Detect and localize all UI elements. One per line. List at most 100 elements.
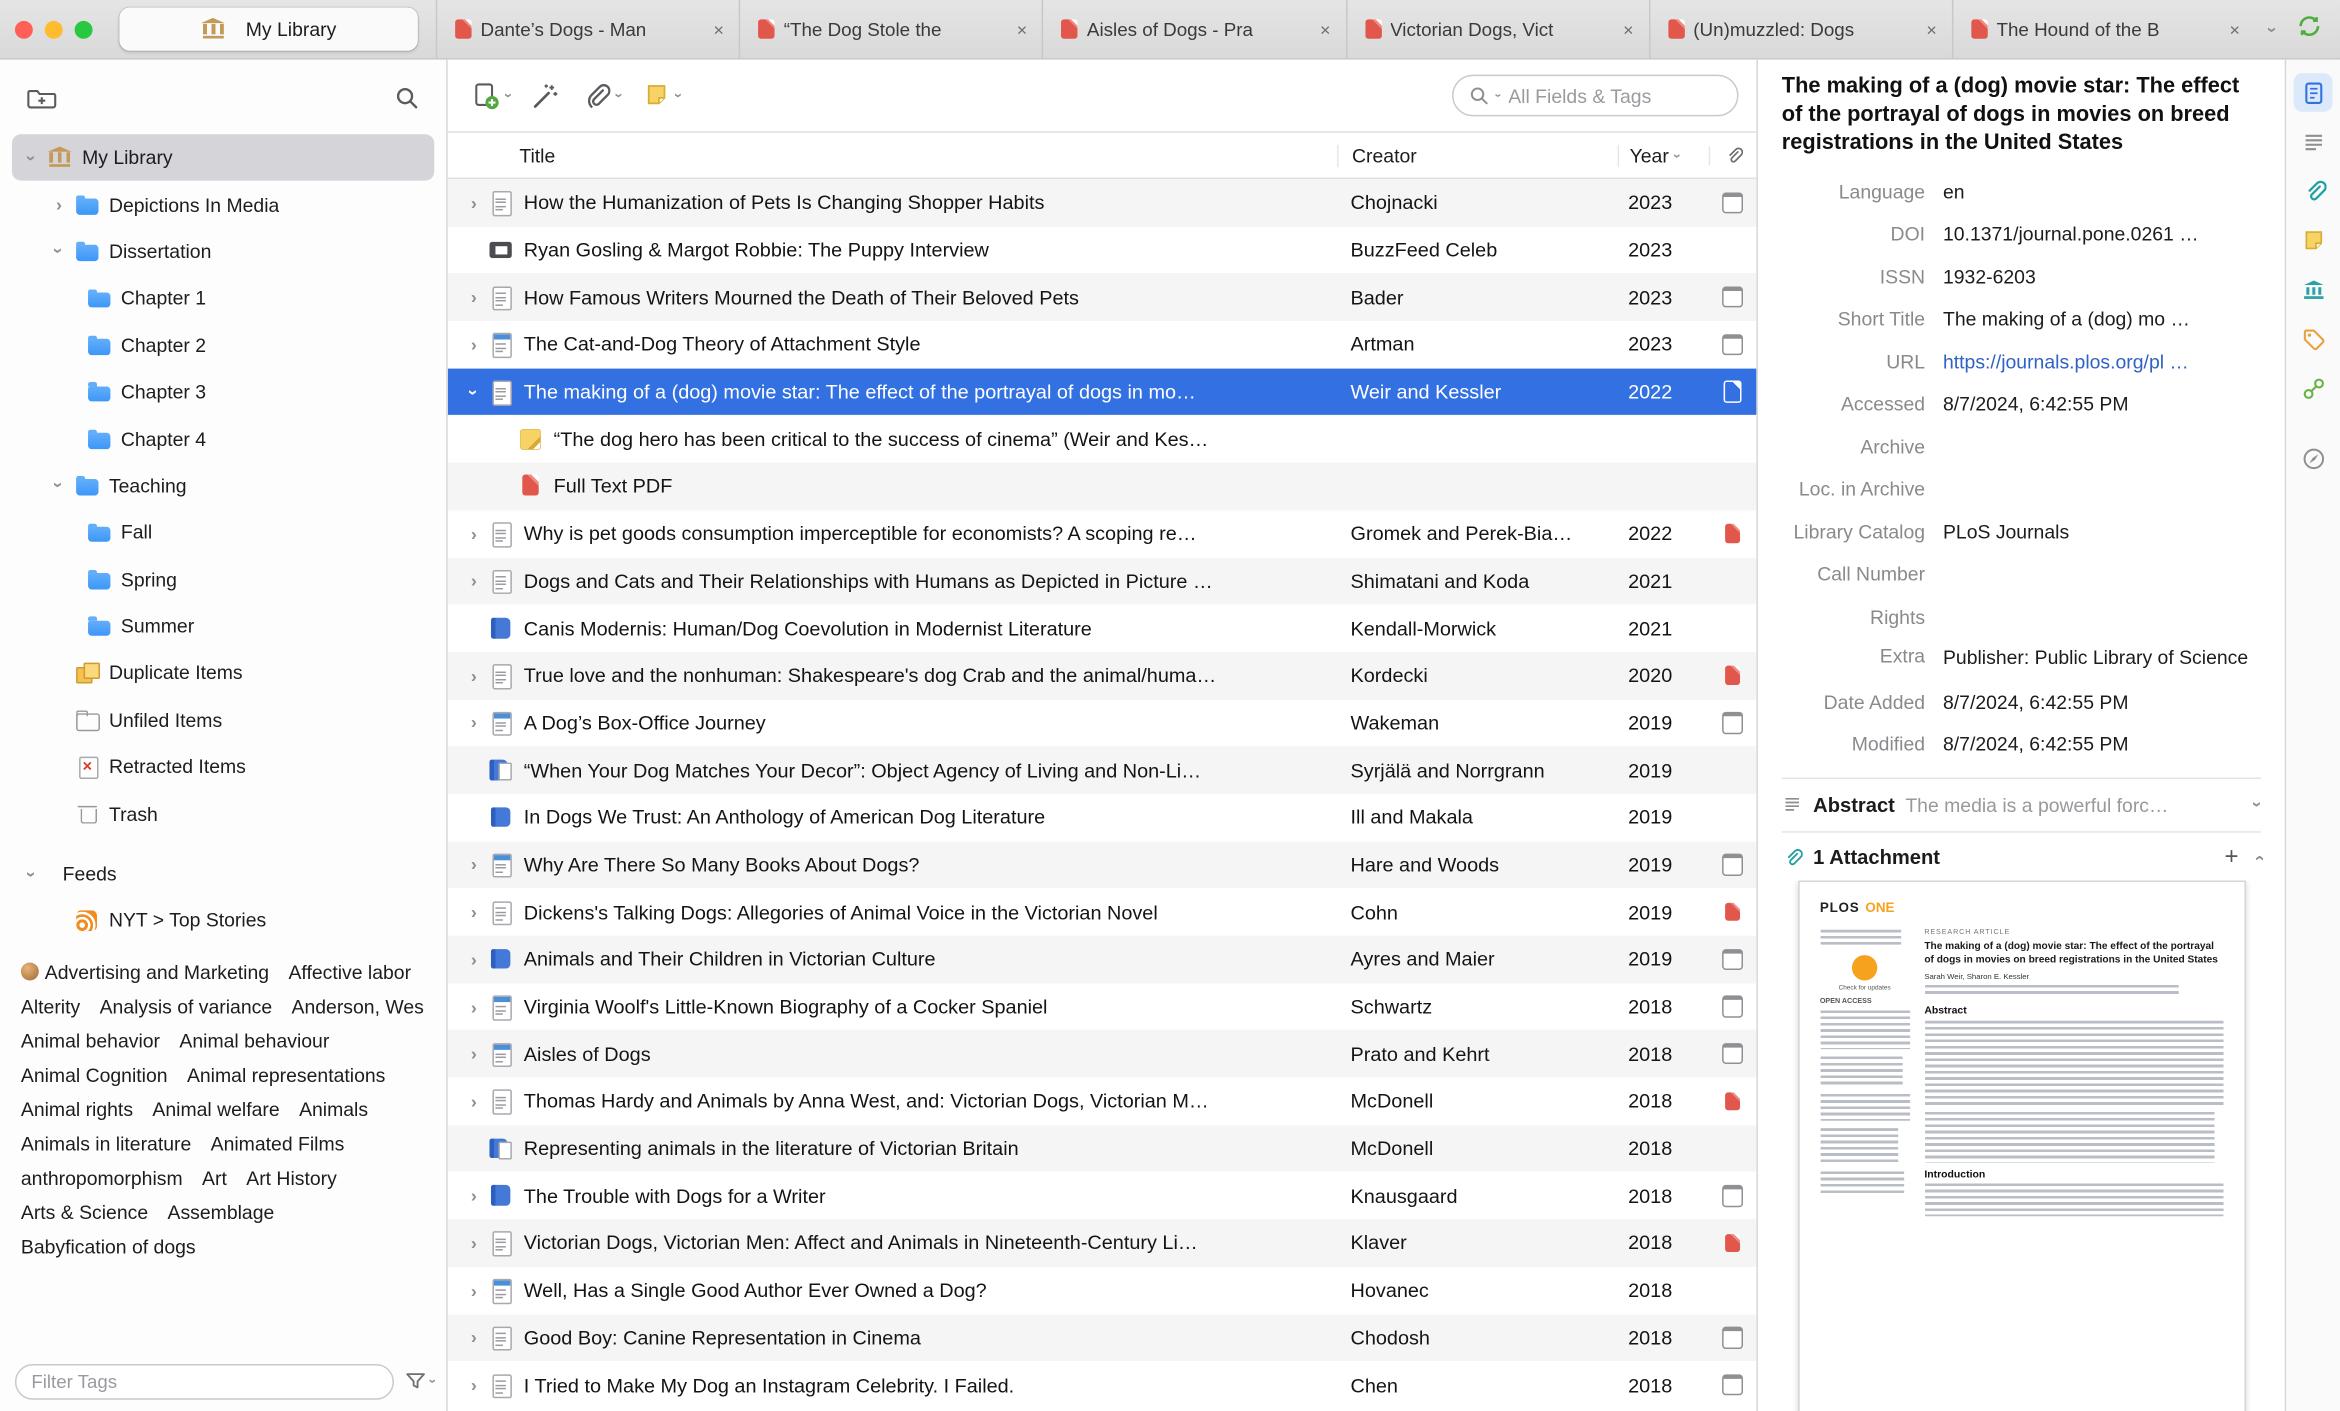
notes-icon[interactable]: [2294, 221, 2333, 260]
collection-row[interactable]: › Chapter 4: [12, 415, 434, 462]
collection-row[interactable]: › Chapter 3: [12, 369, 434, 416]
close-tab-icon[interactable]: ×: [1620, 19, 1636, 40]
collection-row[interactable]: › Chapter 2: [12, 322, 434, 369]
table-row[interactable]: › Full Text PDF: [447, 462, 1757, 511]
expand-chevron-icon[interactable]: ›: [463, 1185, 485, 1206]
tag[interactable]: Animated Films: [211, 1134, 345, 1153]
add-attachment-icon[interactable]: +: [2219, 845, 2245, 870]
reader-tab[interactable]: Dante’s Dogs - Man ×: [435, 0, 739, 59]
abstract-icon[interactable]: [2294, 122, 2333, 161]
close-tab-icon[interactable]: ×: [1923, 19, 1939, 40]
field-value[interactable]: 10.1371/journal.pone.0261 …: [1943, 223, 2261, 245]
tag[interactable]: Animal welfare: [152, 1099, 279, 1118]
expand-abstract-chevron-icon[interactable]: ›: [2247, 802, 2268, 808]
collection-row[interactable]: › Summer: [12, 603, 434, 650]
close-window-button[interactable]: [14, 20, 33, 39]
tag[interactable]: Alterity: [21, 996, 80, 1015]
attachments-section-header[interactable]: 1 Attachment + ›: [1781, 831, 2268, 880]
items-search-box[interactable]: ›: [1452, 74, 1739, 117]
expand-chevron-icon[interactable]: ›: [463, 854, 485, 875]
abstract-section[interactable]: Abstract The media is a powerful forc… ›: [1781, 777, 2268, 831]
library-tab[interactable]: My Library: [119, 7, 418, 51]
disclosure-chevron-icon[interactable]: ›: [48, 474, 69, 496]
tag[interactable]: Animal behaviour: [179, 1031, 329, 1050]
field-value[interactable]: PLoS Journals: [1943, 520, 2261, 542]
table-row[interactable]: › “When Your Dog Matches Your Decor”: Ob…: [447, 746, 1757, 794]
table-row[interactable]: › How the Humanization of Pets Is Changi…: [447, 179, 1757, 227]
field-value[interactable]: 8/7/2024, 6:42:55 PM: [1943, 733, 2261, 755]
table-row[interactable]: › Well, Has a Single Good Author Ever Ow…: [448, 1267, 1757, 1314]
expand-chevron-icon[interactable]: ›: [463, 712, 485, 733]
expand-chevron-icon[interactable]: ›: [463, 949, 485, 970]
info-icon[interactable]: [2293, 73, 2333, 112]
close-tab-icon[interactable]: ×: [2227, 19, 2243, 40]
table-row[interactable]: › True love and the nonhuman: Shakespear…: [447, 651, 1757, 700]
field-value[interactable]: en: [1943, 180, 2261, 202]
table-row[interactable]: › Thomas Hardy and Animals by Anna West,…: [448, 1078, 1757, 1125]
expand-chevron-icon[interactable]: ›: [463, 192, 485, 213]
minimize-window-button[interactable]: [44, 20, 63, 39]
collapse-section-chevron-icon[interactable]: ›: [2247, 855, 2268, 861]
collection-row[interactable]: › Unfiled Items: [12, 696, 434, 743]
tag[interactable]: Assemblage: [168, 1202, 275, 1221]
tag[interactable]: Animal Cognition: [21, 1065, 168, 1084]
tag[interactable]: Animals: [299, 1099, 368, 1118]
table-row[interactable]: › Dickens's Talking Dogs: Allegories of …: [448, 888, 1757, 935]
related-icon[interactable]: [2294, 369, 2333, 408]
table-row[interactable]: › Why is pet goods consumption impercept…: [448, 510, 1757, 557]
tag[interactable]: Affective labor: [288, 962, 411, 981]
collection-search-icon[interactable]: [394, 84, 419, 109]
collection-row[interactable]: › Spring: [12, 556, 434, 603]
collection-row[interactable]: › Duplicate Items: [12, 650, 434, 697]
table-row[interactable]: › Ryan Gosling & Margot Robbie: The Pupp…: [448, 226, 1757, 273]
field-value[interactable]: The making of a (dog) mo …: [1943, 308, 2261, 330]
table-row[interactable]: › Canis Modernis: Human/Dog Coevolution …: [448, 605, 1757, 652]
collection-row[interactable]: › My Library: [11, 134, 435, 182]
tag-filter-options-button[interactable]: ›: [404, 1370, 440, 1392]
field-value[interactable]: 1932-6203: [1943, 265, 2261, 287]
collection-row[interactable]: › Chapter 1: [12, 275, 434, 322]
reader-tab[interactable]: “The Dog Stole the ×: [738, 0, 1042, 59]
disclosure-chevron-icon[interactable]: ›: [22, 147, 43, 169]
expand-chevron-icon[interactable]: ›: [463, 902, 485, 923]
field-value[interactable]: Publisher: Public Library of Science: [1943, 645, 2261, 673]
table-row[interactable]: › A Dog’s Box-Office Journey Wakeman 201…: [448, 699, 1757, 746]
tag[interactable]: Animal behavior: [21, 1031, 160, 1050]
tag[interactable]: Anderson, Wes: [292, 996, 424, 1015]
collection-row[interactable]: › Feeds: [12, 850, 434, 897]
collection-row[interactable]: › Trash: [12, 790, 434, 837]
new-item-button[interactable]: ›: [472, 81, 516, 109]
table-row[interactable]: › Representing animals in the literature…: [447, 1124, 1757, 1173]
expand-chevron-icon[interactable]: ›: [463, 1091, 485, 1112]
expand-chevron-icon[interactable]: ›: [463, 381, 484, 403]
tab-overflow-chevron-icon[interactable]: ›: [2262, 26, 2283, 32]
tag[interactable]: Art History: [246, 1168, 337, 1187]
table-row[interactable]: › The making of a (dog) movie star: The …: [447, 368, 1757, 416]
tag[interactable]: Arts & Science: [21, 1202, 148, 1221]
table-row[interactable]: › The Cat-and-Dog Theory of Attachment S…: [448, 321, 1757, 368]
table-row[interactable]: › I Tried to Make My Dog an Instagram Ce…: [448, 1361, 1757, 1408]
tag[interactable]: Art: [202, 1168, 227, 1187]
column-header-title[interactable]: Title: [448, 144, 1337, 166]
sync-icon[interactable]: [2297, 13, 2322, 46]
add-attachment-button[interactable]: ›: [583, 81, 627, 109]
collection-row[interactable]: › Retracted Items: [12, 743, 434, 790]
expand-chevron-icon[interactable]: ›: [463, 571, 485, 592]
expand-chevron-icon[interactable]: ›: [463, 287, 485, 308]
close-tab-icon[interactable]: ×: [1014, 19, 1030, 40]
expand-chevron-icon[interactable]: ›: [463, 523, 485, 544]
tag[interactable]: anthropomorphism: [21, 1168, 183, 1187]
expand-chevron-icon[interactable]: ›: [463, 1374, 485, 1395]
disclosure-chevron-icon[interactable]: ›: [48, 240, 69, 262]
tags-icon[interactable]: [2294, 319, 2333, 358]
close-tab-icon[interactable]: ×: [711, 19, 727, 40]
new-collection-button[interactable]: [27, 84, 57, 109]
collection-row[interactable]: › NYT > Top Stories: [12, 897, 434, 944]
field-value[interactable]: https://journals.plos.org/pl …: [1943, 350, 2261, 372]
new-note-button[interactable]: ›: [643, 82, 686, 109]
reader-tab[interactable]: Aisles of Dogs - Pra ×: [1042, 0, 1345, 59]
table-row[interactable]: › In Dogs We Trust: An Anthology of Amer…: [448, 794, 1757, 841]
collection-row[interactable]: › Dissertation: [12, 228, 434, 275]
table-row[interactable]: › Victorian Dogs, Victorian Men: Affect …: [447, 1219, 1757, 1267]
expand-chevron-icon[interactable]: ›: [463, 1327, 485, 1348]
